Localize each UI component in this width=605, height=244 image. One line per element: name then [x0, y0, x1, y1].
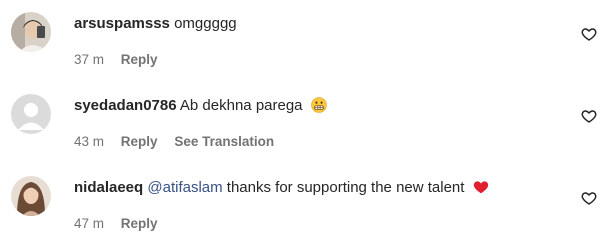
- comment-item: arsuspamsss omggggg 37 m Reply: [0, 0, 605, 80]
- reply-button[interactable]: Reply: [121, 52, 158, 67]
- comment-username[interactable]: nidalaeeq: [74, 179, 143, 196]
- comment-username[interactable]: arsuspamsss: [74, 15, 170, 32]
- comment-item: syedadan0786 Ab dekhna parega 43 m Reply…: [0, 82, 605, 162]
- comment-text: Ab dekhna parega: [179, 97, 303, 114]
- avatar[interactable]: [11, 12, 51, 52]
- comment-item: nidalaeeq @atifaslam thanks for supporti…: [0, 164, 605, 244]
- avatar[interactable]: [11, 176, 51, 216]
- comments-list: arsuspamsss omggggg 37 m Reply syedadan0…: [0, 0, 605, 242]
- avatar[interactable]: [11, 94, 51, 134]
- user-photo-icon: [11, 12, 51, 52]
- heart-outline-icon[interactable]: [581, 26, 597, 42]
- comment-username[interactable]: syedadan0786: [74, 97, 177, 114]
- see-translation-button[interactable]: See Translation: [174, 134, 274, 149]
- heart-outline-icon[interactable]: [581, 108, 597, 124]
- comment-timestamp: 43 m: [74, 134, 105, 149]
- default-profile-icon: [11, 94, 51, 134]
- reply-button[interactable]: Reply: [121, 134, 158, 149]
- user-photo-icon: [11, 176, 51, 216]
- comment-text: thanks for supporting the new talent: [226, 179, 465, 196]
- comment-timestamp: 37 m: [74, 52, 105, 67]
- reply-button[interactable]: Reply: [121, 216, 158, 231]
- grimacing-face-emoji: [310, 97, 327, 113]
- mention-link[interactable]: @atifaslam: [147, 179, 222, 196]
- heart-outline-icon[interactable]: [581, 190, 597, 206]
- comment-timestamp: 47 m: [74, 216, 105, 231]
- red-heart-emoji: [473, 181, 488, 194]
- comment-text: omggggg: [174, 15, 237, 32]
